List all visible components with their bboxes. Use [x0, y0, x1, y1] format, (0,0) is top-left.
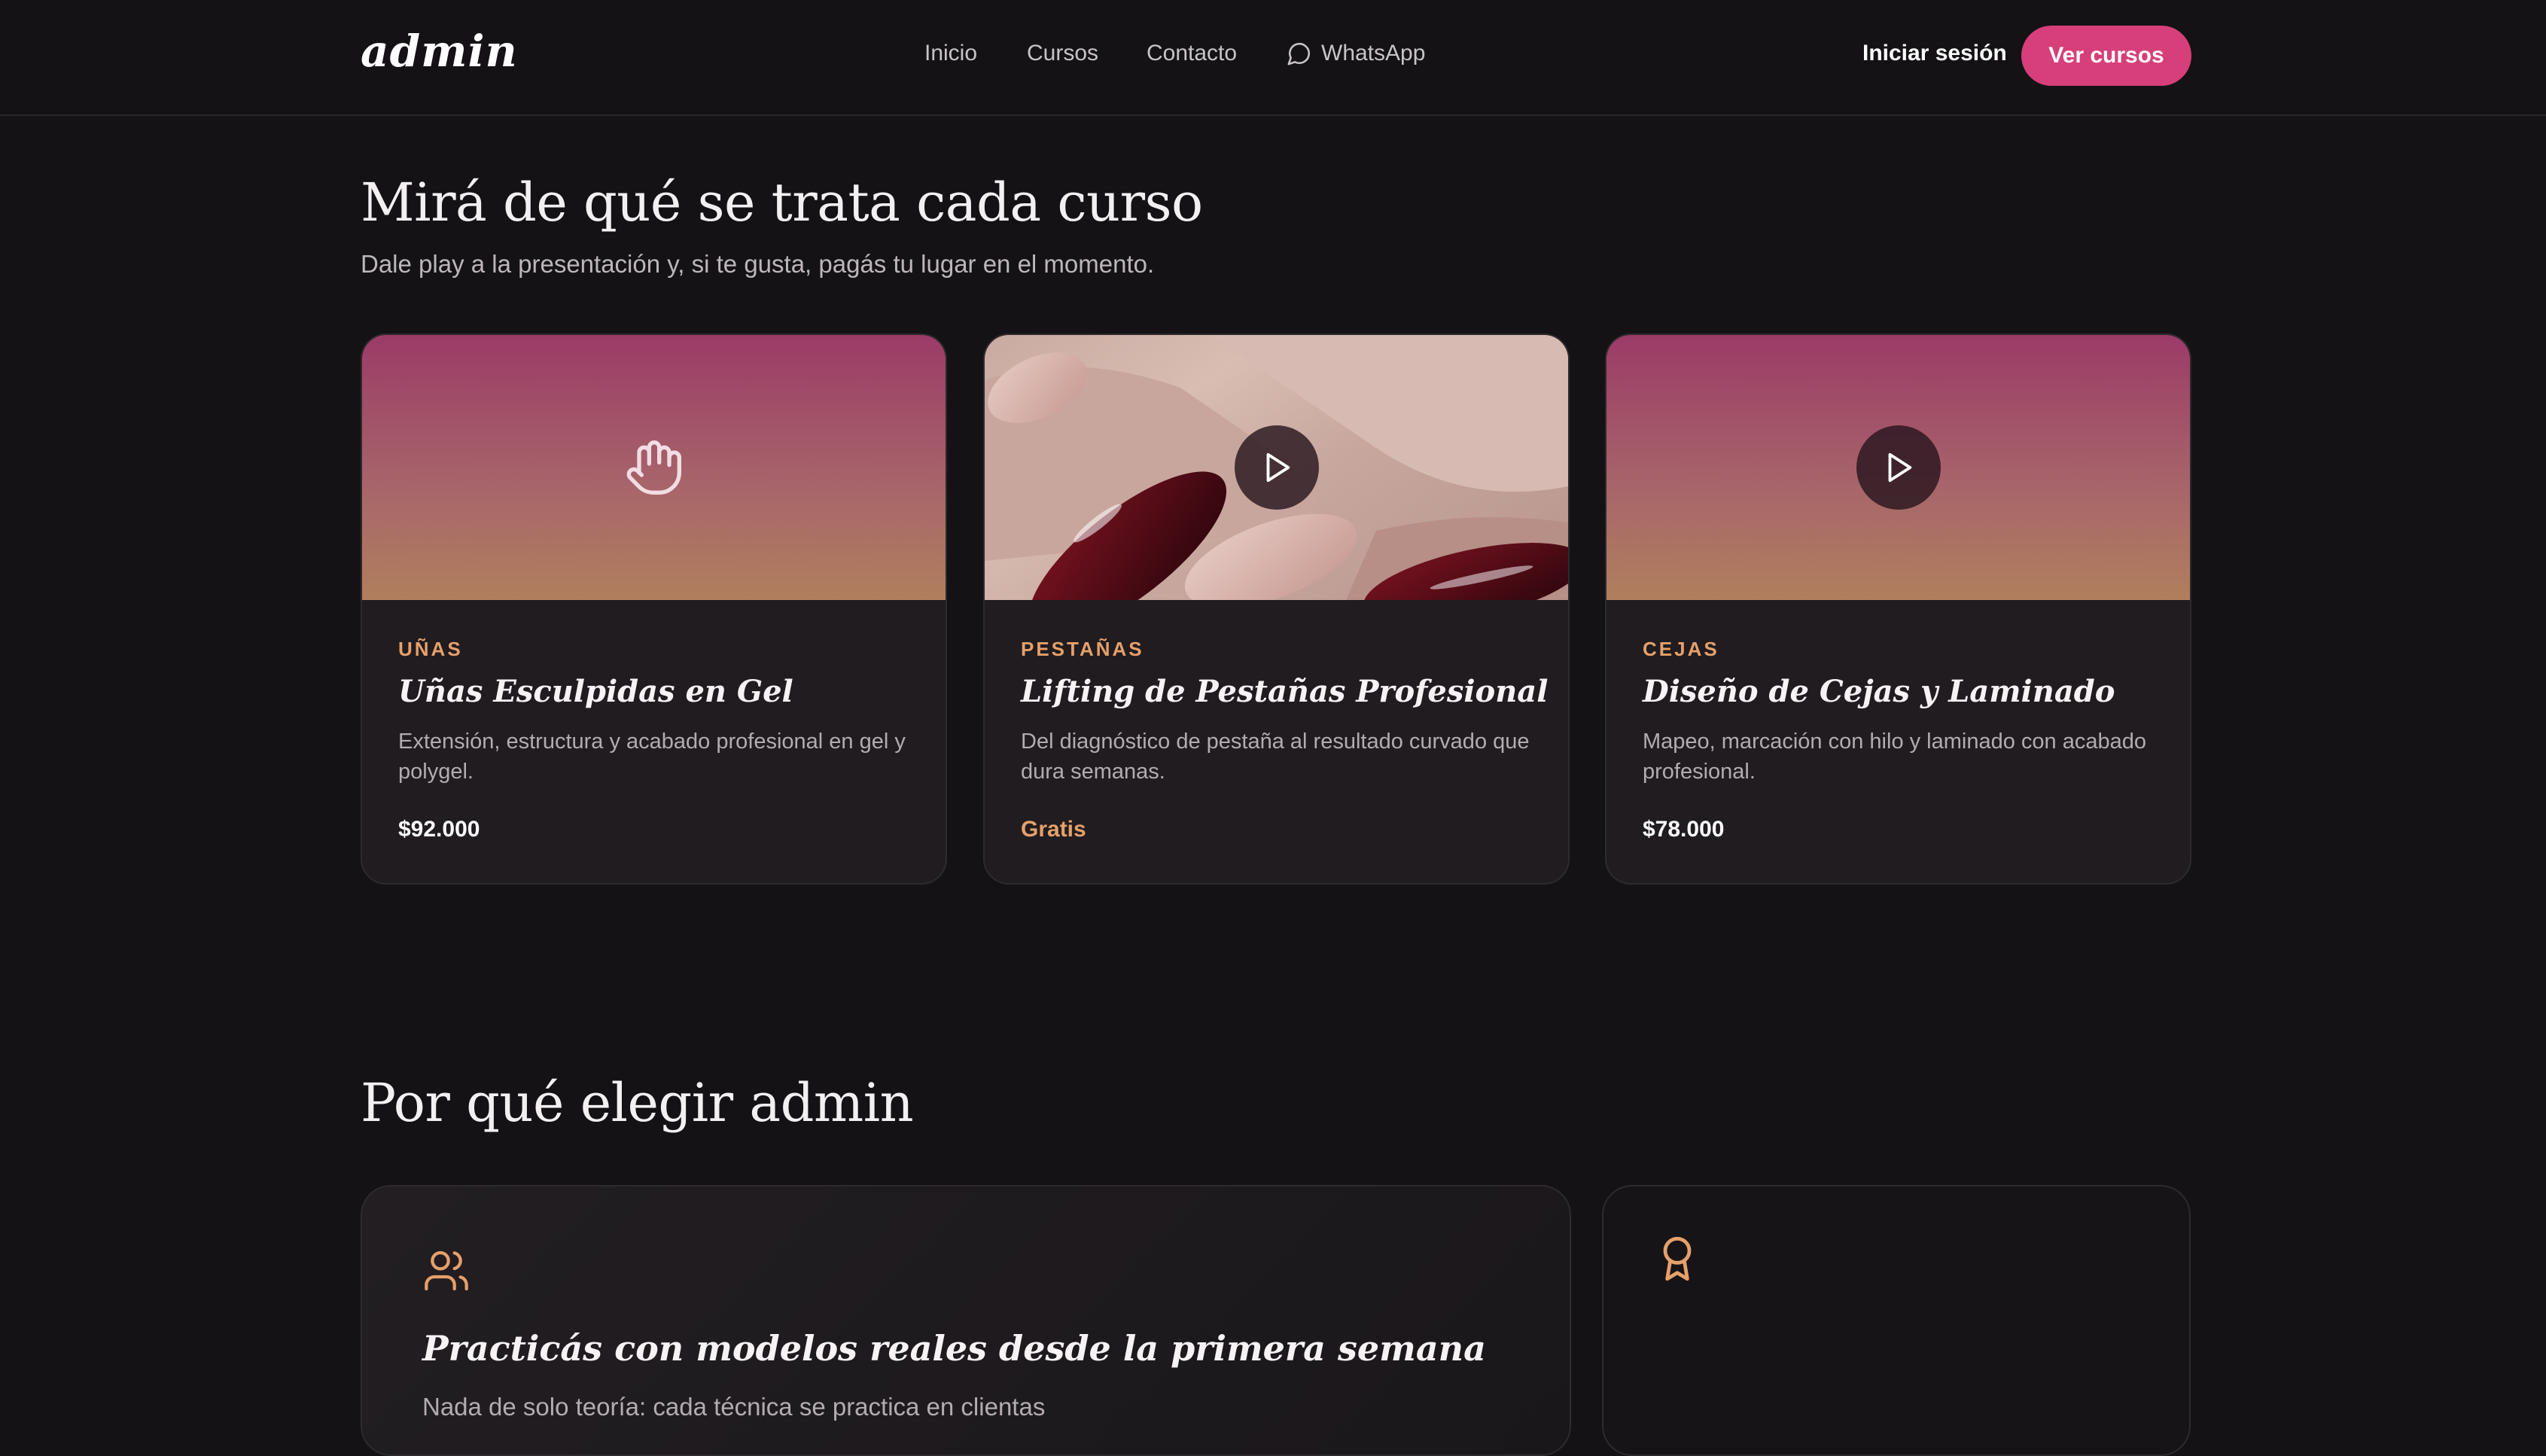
- play-button[interactable]: [1856, 425, 1941, 510]
- course-category: PESTAÑAS: [1021, 638, 1144, 660]
- play-icon: [1266, 452, 1290, 483]
- nav-link-label: Contacto: [1147, 41, 1238, 65]
- course-title[interactable]: Diseño de Cejas y Laminado: [1643, 674, 2115, 709]
- view-courses-button[interactable]: Ver cursos: [2021, 26, 2191, 86]
- play-icon: [1888, 452, 1911, 483]
- feature-card: Practicás con modelos reales desde la pr…: [361, 1185, 1571, 1456]
- feature-card: [1602, 1185, 2191, 1456]
- nav-link-inicio[interactable]: Inicio: [924, 41, 977, 66]
- course-category: CEJAS: [1643, 638, 1719, 660]
- nav-link-label: WhatsApp: [1321, 41, 1426, 65]
- users-icon: [425, 1250, 468, 1291]
- nav-link-contacto[interactable]: Contacto: [1147, 41, 1237, 66]
- nav-link-cursos[interactable]: Cursos: [1027, 41, 1098, 66]
- course-price: $78.000: [1643, 817, 1725, 842]
- nav-link-label: Cursos: [1027, 41, 1099, 65]
- login-link[interactable]: Iniciar sesión: [1862, 41, 2007, 66]
- course-description: Extensión, estructura y acabado profesio…: [398, 730, 906, 784]
- play-button[interactable]: [1234, 425, 1319, 510]
- logo[interactable]: admin: [361, 26, 518, 77]
- courses-section-title: Mirá de qué se trata cada curso: [361, 172, 1203, 233]
- course-media[interactable]: [1606, 335, 2190, 600]
- course-description: Del diagnóstico de pestaña al resultado …: [1021, 730, 1530, 784]
- feature-title: Practicás con modelos reales desde la pr…: [422, 1328, 1486, 1369]
- site-header: admin Inicio Cursos Contacto WhatsApp In…: [0, 0, 2546, 116]
- course-card[interactable]: UÑAS Uñas Esculpidas en Gel Extensión, e…: [361, 334, 947, 885]
- nav-link-label: Inicio: [924, 41, 978, 65]
- course-thumbnail-image[interactable]: [985, 335, 1568, 600]
- feature-description: Nada de solo teoría: cada técnica se pra…: [422, 1393, 1046, 1421]
- course-card[interactable]: CEJAS Diseño de Cejas y Laminado Mapeo, …: [1605, 334, 2191, 885]
- course-title[interactable]: Uñas Esculpidas en Gel: [398, 674, 793, 709]
- course-price: $92.000: [398, 817, 480, 842]
- nav-link-whatsapp[interactable]: WhatsApp: [1287, 41, 1425, 66]
- award-icon: [1663, 1236, 1692, 1281]
- chat-bubble-icon: [1287, 42, 1311, 65]
- why-section-title: Por qué elegir admin: [361, 1072, 914, 1134]
- courses-section-subtitle: Dale play a la presentación y, si te gus…: [361, 250, 1155, 278]
- course-title[interactable]: Lifting de Pestañas Profesional: [1021, 674, 1548, 709]
- hand-icon: [626, 440, 681, 495]
- course-media[interactable]: [362, 335, 946, 600]
- course-description: Mapeo, marcación con hilo y laminado con…: [1643, 730, 2147, 784]
- course-card[interactable]: PESTAÑAS Lifting de Pestañas Profesional…: [983, 334, 1570, 885]
- course-category: UÑAS: [398, 638, 463, 660]
- course-price: Gratis: [1021, 817, 1086, 842]
